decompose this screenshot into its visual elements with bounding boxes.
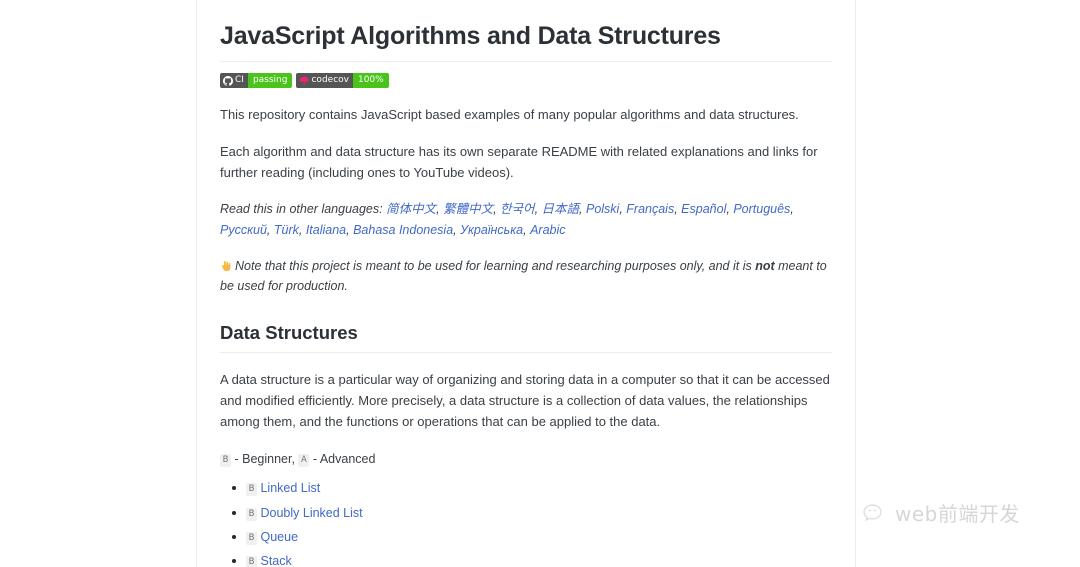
intro-paragraph-1: This repository contains JavaScript base… [220, 107, 799, 123]
language-link-7[interactable]: Español [681, 202, 726, 216]
languages-line: Read this in other languages: 简体中文, 繁體中文… [220, 199, 832, 240]
language-link-9[interactable]: Русский [220, 223, 267, 237]
ci-badge-value: passing [247, 73, 293, 89]
readme-content: JavaScript Algorithms and Data Structure… [197, 0, 855, 567]
language-link-3[interactable]: 한국어 [500, 201, 535, 216]
pointing-up-hand-emoji [220, 258, 232, 271]
advanced-legend-text: - Advanced [309, 451, 376, 466]
language-link-2[interactable]: 繁體中文 [443, 201, 493, 216]
data-structures-list: B Linked List B Doubly Linked List B Queue… [220, 478, 832, 567]
beginner-level-badge: B [246, 556, 257, 567]
ci-badge-label: CI [235, 75, 244, 86]
language-link-1[interactable]: 简体中文 [386, 201, 436, 216]
beginner-level-badge: B [246, 507, 257, 521]
beginner-level-badge: B [220, 453, 231, 467]
codecov-badge-label: codecov [311, 75, 349, 86]
watermark-text: web前端开发 [895, 502, 1020, 526]
wechat-bubble-icon [862, 501, 888, 527]
language-link-5[interactable]: Polski [586, 202, 619, 216]
data-structures-description: A data structure is a particular way of … [220, 371, 830, 429]
project-note-emphasis: not [755, 258, 775, 273]
data-structure-link-2[interactable]: Doubly Linked List [260, 506, 362, 520]
data-structure-link-3[interactable]: Queue [260, 530, 298, 544]
intro-paragraph-2: Each algorithm and data structure has it… [220, 144, 818, 181]
beginner-legend-text: - Beginner, [231, 451, 295, 466]
section-heading-data-structures: Data Structures [220, 321, 832, 353]
list-item: B Linked List [232, 478, 832, 498]
language-link-13[interactable]: Українська [460, 223, 523, 237]
content-right-rule [855, 0, 856, 567]
level-legend: B - Beginner, A - Advanced [220, 450, 832, 469]
ci-badge-left: CI [220, 73, 248, 89]
beginner-level-badge: B [246, 531, 257, 545]
language-link-11[interactable]: Italiana [306, 223, 346, 237]
advanced-level-badge: A [298, 453, 310, 467]
project-note-before: Note that this project is meant to be us… [235, 258, 756, 273]
beginner-level-badge: B [246, 483, 257, 497]
data-structure-link-4[interactable]: Stack [260, 554, 291, 567]
language-link-8[interactable]: Português [733, 202, 790, 216]
page-title: JavaScript Algorithms and Data Structure… [220, 21, 832, 63]
language-link-10[interactable]: Türk [274, 223, 299, 237]
languages-lead: Read this in other languages: [220, 202, 383, 217]
codecov-umbrella-icon [299, 76, 310, 86]
list-item: B Queue [232, 527, 832, 547]
language-link-6[interactable]: Français [626, 202, 674, 216]
codecov-badge-left: codecov [296, 73, 353, 89]
ci-badge[interactable]: CI passing [220, 73, 293, 89]
data-structure-link-1[interactable]: Linked List [260, 481, 320, 495]
language-link-4[interactable]: 日本語 [542, 201, 580, 216]
language-link-14[interactable]: Arabic [530, 223, 565, 237]
page-root: JavaScript Algorithms and Data Structure… [0, 0, 1080, 567]
language-link-12[interactable]: Bahasa Indonesia [353, 223, 453, 237]
badge-row: CI passing codecov 100% [220, 73, 832, 89]
watermark: web前端开发 [862, 501, 1020, 527]
project-note: Note that this project is meant to be us… [220, 256, 832, 297]
github-icon [223, 75, 233, 86]
list-item: B Doubly Linked List [232, 503, 832, 523]
codecov-badge[interactable]: codecov 100% [296, 73, 389, 89]
codecov-badge-value: 100% [352, 73, 389, 89]
list-item: B Stack [232, 551, 832, 567]
